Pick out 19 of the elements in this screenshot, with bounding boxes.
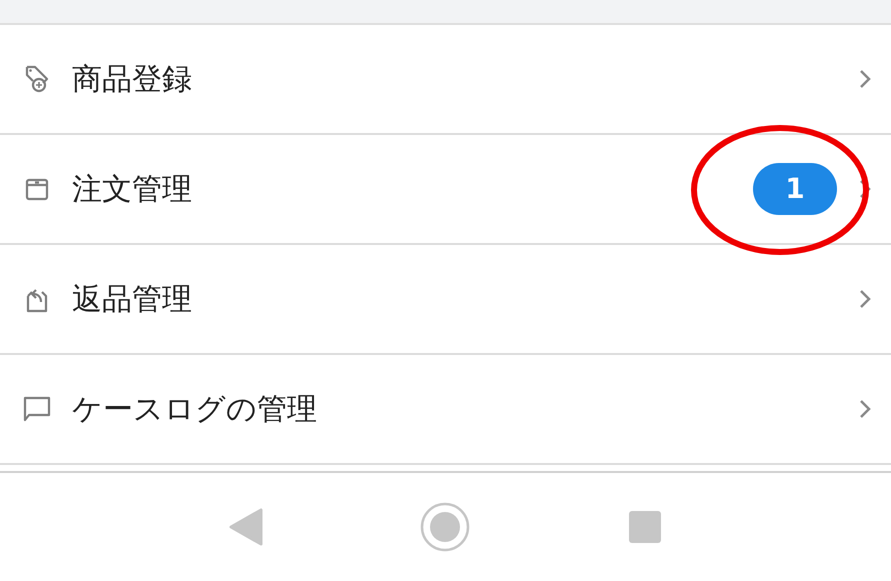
menu-label: 商品登録 [72,60,192,98]
menu-label: ケースログの管理 [72,390,317,428]
menu-item[interactable]: 注文管理 1 [0,135,891,245]
box-icon [25,177,49,201]
back-icon[interactable] [228,508,263,546]
menu-item[interactable]: 商品登録 [0,25,891,135]
chevron-right-icon [859,179,871,199]
chevron-right-icon [859,399,871,419]
menu-label: 返品管理 [72,280,192,318]
count-badge: 1 [753,163,837,215]
chevron-right-icon [859,289,871,309]
chevron-right-icon [859,69,871,89]
menu-label: 注文管理 [72,170,192,208]
menu-item[interactable]: 返品管理 [0,245,891,355]
recent-apps-icon[interactable] [628,510,662,544]
menu-item[interactable]: ケースログの管理 [0,355,891,465]
chat-icon [23,395,51,423]
home-icon[interactable] [420,502,470,552]
tag-plus-icon [24,63,50,95]
